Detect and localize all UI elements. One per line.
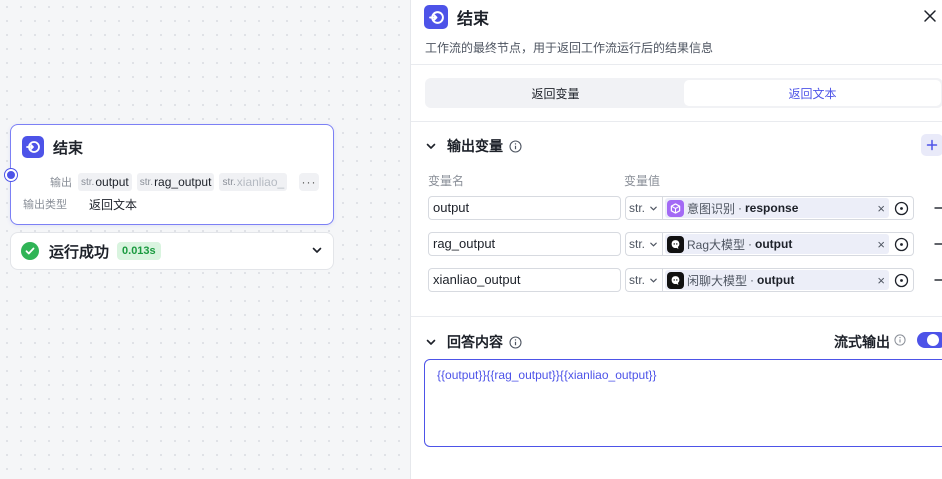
remove-reference-icon[interactable]: × bbox=[877, 201, 885, 216]
chevron-down-icon[interactable] bbox=[311, 244, 323, 259]
add-variable-button[interactable] bbox=[921, 134, 942, 156]
remove-reference-icon[interactable]: × bbox=[877, 273, 885, 288]
type-label: str. bbox=[629, 201, 646, 215]
intent-node-icon bbox=[667, 199, 684, 217]
chevron-down-icon[interactable] bbox=[425, 336, 437, 348]
output-section-title: 输出变量 bbox=[447, 138, 503, 154]
close-icon[interactable] bbox=[923, 9, 937, 23]
info-icon[interactable] bbox=[509, 139, 522, 153]
reference-variable-name: output bbox=[757, 273, 795, 287]
info-icon[interactable] bbox=[894, 334, 906, 346]
variable-type-select[interactable]: str. bbox=[625, 268, 662, 292]
node-output-label: 输出 bbox=[50, 177, 72, 189]
answer-section-title: 回答内容 bbox=[447, 334, 503, 350]
node-outputs-row: 输出 str. output str. rag_output str. xianlia… bbox=[11, 171, 333, 193]
output-chip: str. output bbox=[78, 173, 132, 191]
reference-tag: 闲聊大模型 · output × bbox=[665, 270, 889, 290]
panel-description: 工作流的最终节点，用于返回工作流运行后的结果信息 bbox=[425, 41, 714, 55]
success-check-icon bbox=[21, 242, 39, 260]
chip-name: xianliao_ bbox=[236, 175, 285, 189]
type-label: str. bbox=[629, 237, 646, 251]
remove-row-icon[interactable] bbox=[934, 236, 942, 252]
tab-return-text[interactable]: 返回文本 bbox=[684, 80, 941, 106]
variable-name-input[interactable]: output bbox=[428, 196, 621, 220]
variable-name-input[interactable]: rag_output bbox=[428, 232, 621, 256]
tab-return-variables[interactable]: 返回变量 bbox=[427, 80, 684, 106]
variable-row: xianliao_output str. 闲聊大模型 · output × bbox=[428, 268, 942, 292]
variable-row: rag_output str. Rag大模型 · output × bbox=[428, 232, 942, 256]
run-time-badge: 0.013s bbox=[117, 242, 161, 260]
target-circle-icon[interactable] bbox=[894, 237, 909, 252]
remove-row-icon[interactable] bbox=[934, 272, 942, 288]
chip-type: str. bbox=[222, 176, 236, 188]
divider bbox=[411, 64, 942, 65]
reference-variable-name: output bbox=[755, 237, 793, 251]
type-label: str. bbox=[629, 273, 646, 287]
chip-name: output bbox=[95, 175, 129, 189]
node-output-type-value: 返回文本 bbox=[89, 197, 138, 212]
llm-node-icon bbox=[667, 235, 684, 253]
divider bbox=[411, 316, 942, 317]
chip-type: str. bbox=[139, 176, 154, 188]
remove-reference-icon[interactable]: × bbox=[877, 237, 885, 252]
reference-node-name: Rag大模型 bbox=[687, 237, 746, 252]
run-status-text: 运行成功 bbox=[49, 243, 110, 261]
variable-reference-field[interactable]: Rag大模型 · output × bbox=[662, 232, 914, 256]
reference-separator: · bbox=[748, 237, 753, 251]
variable-name-input[interactable]: xianliao_output bbox=[428, 268, 621, 292]
chevron-down-icon bbox=[650, 242, 657, 247]
target-circle-icon[interactable] bbox=[894, 201, 909, 216]
output-chip: str. xianliao_ bbox=[219, 173, 288, 191]
node-title: 结束 bbox=[53, 139, 84, 157]
chevron-down-icon bbox=[650, 206, 657, 211]
answer-content-editor[interactable]: {{output}}{{rag_output}}{{xianliao_outpu… bbox=[424, 359, 942, 447]
target-circle-icon[interactable] bbox=[894, 273, 909, 288]
end-node-icon bbox=[22, 136, 44, 158]
chip-type: str. bbox=[81, 176, 95, 188]
reference-variable-name: response bbox=[745, 201, 799, 215]
node-input-port[interactable] bbox=[5, 169, 17, 181]
node-header: 结束 bbox=[11, 125, 333, 169]
plus-icon bbox=[926, 139, 938, 151]
reference-separator: · bbox=[738, 201, 743, 215]
reference-separator: · bbox=[750, 273, 755, 287]
remove-row-icon[interactable] bbox=[934, 200, 942, 216]
column-header-value: 变量值 bbox=[624, 174, 661, 188]
output-chip: str. rag_output bbox=[136, 173, 215, 191]
panel-title: 结束 bbox=[457, 11, 490, 28]
variable-reference-field[interactable]: 意图识别 · response × bbox=[662, 196, 914, 220]
reference-tag: Rag大模型 · output × bbox=[665, 234, 889, 254]
variable-reference-field[interactable]: 闲聊大模型 · output × bbox=[662, 268, 914, 292]
toggle-knob bbox=[927, 334, 939, 346]
answer-mode-tabs: 返回变量 返回文本 bbox=[425, 78, 942, 108]
output-section-header[interactable]: 输出变量 bbox=[425, 136, 522, 156]
chip-name: rag_output bbox=[154, 175, 212, 189]
node-output-type-row: 输出类型 返回文本 bbox=[11, 193, 333, 215]
panel-header: 结束 bbox=[424, 5, 489, 29]
chevron-down-icon bbox=[650, 278, 657, 283]
more-outputs-button[interactable]: ··· bbox=[299, 173, 319, 191]
run-status-bar[interactable]: 运行成功 0.013s bbox=[10, 232, 334, 270]
reference-tag: 意图识别 · response × bbox=[665, 198, 889, 218]
llm-node-icon bbox=[667, 271, 684, 289]
stream-output-label: 流式输出 bbox=[834, 334, 890, 350]
node-output-type-label: 输出类型 bbox=[23, 199, 67, 211]
end-node-card[interactable]: 结束 输出 str. output str. rag_output str. xian… bbox=[5, 124, 334, 225]
variable-type-select[interactable]: str. bbox=[625, 232, 662, 256]
chevron-down-icon[interactable] bbox=[425, 140, 437, 152]
node-settings-panel: 结束 工作流的最终节点，用于返回工作流运行后的结果信息 返回变量 返回文本 输出… bbox=[410, 0, 942, 479]
info-icon[interactable] bbox=[509, 335, 522, 349]
reference-node-name: 意图识别 bbox=[687, 201, 736, 216]
reference-node-name: 闲聊大模型 bbox=[687, 273, 748, 288]
answer-section-header[interactable]: 回答内容 bbox=[425, 332, 522, 352]
column-header-name: 变量名 bbox=[428, 174, 465, 188]
divider bbox=[411, 121, 942, 122]
stream-output-toggle[interactable] bbox=[917, 332, 942, 348]
variable-row: output str. 意图识别 · response × bbox=[428, 196, 942, 220]
variable-type-select[interactable]: str. bbox=[625, 196, 662, 220]
end-node-icon bbox=[424, 5, 448, 29]
